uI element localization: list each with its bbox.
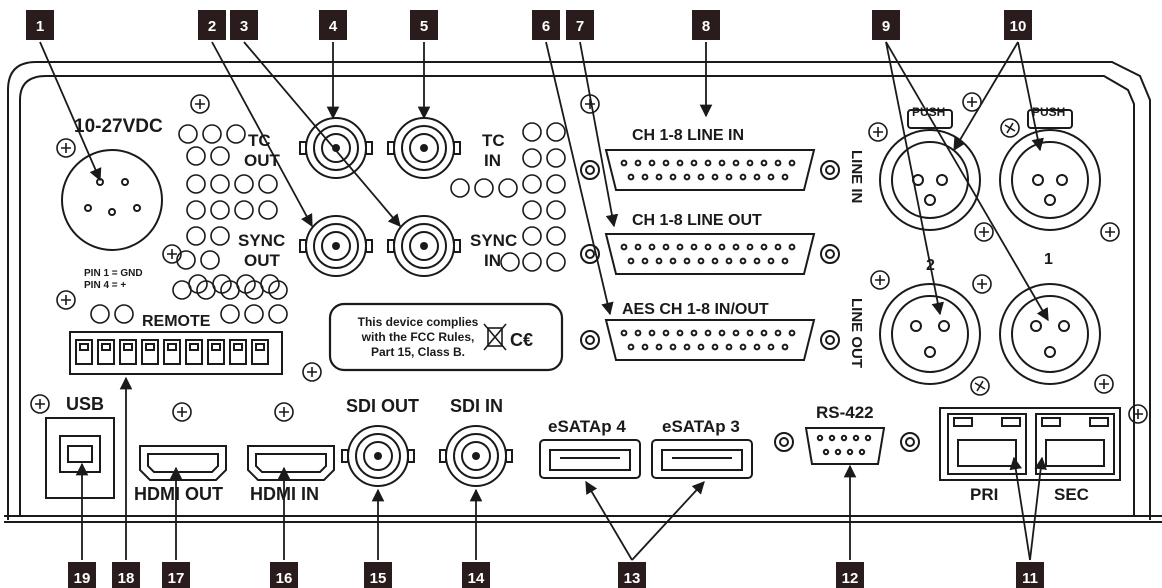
aes-db-label: AES CH 1-8 IN/OUT (622, 301, 769, 318)
hdmi-out-label: HDMI OUT (134, 484, 223, 504)
pri-label: PRI (970, 485, 998, 504)
callout-number: 3 (240, 18, 248, 35)
pin4-label: PIN 4 = + (84, 280, 126, 291)
ce-mark: C€ (510, 330, 533, 350)
esata-ports (539, 439, 753, 479)
sync-in-label-2: IN (484, 251, 501, 270)
callout-17: 17 (162, 562, 190, 588)
tc-in-label-1: TC (482, 131, 505, 150)
sec-label: SEC (1054, 485, 1089, 504)
callout-13: 13 (618, 562, 646, 588)
fcc-line-3: Part 15, Class B. (371, 345, 465, 359)
line-in-side-label: LINE IN (848, 150, 865, 203)
callout-19: 19 (68, 562, 96, 588)
sync-out-label-1: SYNC (238, 231, 285, 250)
rs422-port (774, 427, 920, 465)
callout-number: 15 (370, 570, 387, 587)
line-in-db-label: CH 1-8 LINE IN (632, 127, 744, 144)
callout-5: 5 (410, 10, 438, 40)
callout-number: 1 (36, 18, 44, 35)
callout-number: 7 (576, 18, 584, 35)
fcc-line-2: with the FCC Rules, (361, 330, 475, 344)
callout-number: 4 (329, 18, 338, 35)
xlr-1-label: 1 (1044, 251, 1053, 268)
tc-out-label-2: OUT (244, 151, 281, 170)
sdi-out-label: SDI OUT (346, 396, 419, 416)
callout-number: 6 (542, 18, 550, 35)
callout-2: 2 (198, 10, 226, 40)
pin1-label: PIN 1 = GND (84, 268, 143, 279)
callout-18: 18 (112, 562, 140, 588)
fcc-notice: This device complies with the FCC Rules,… (328, 302, 564, 372)
weee-bin-icon (483, 323, 507, 351)
push-right-label: PUSH (1032, 105, 1065, 119)
callout-number: 13 (624, 570, 641, 587)
callout-3: 3 (230, 10, 258, 40)
callout-14: 14 (462, 562, 490, 588)
remote-label: REMOTE (142, 313, 211, 330)
callout-8: 8 (692, 10, 720, 40)
callout-12: 12 (836, 562, 864, 588)
callout-number: 19 (74, 570, 91, 587)
callout-15: 15 (364, 562, 392, 588)
leader-lines (39, 41, 1049, 561)
callout-number: 5 (420, 18, 428, 35)
line-out-db-label: CH 1-8 LINE OUT (632, 212, 762, 229)
callout-1: 1 (26, 10, 54, 40)
xlr-connectors (879, 109, 1101, 385)
callout-6: 6 (532, 10, 560, 40)
sdi-in-label: SDI IN (450, 396, 503, 416)
callout-number: 12 (842, 570, 859, 587)
callout-number: 14 (468, 570, 485, 587)
bnc-connectors (299, 117, 513, 487)
db25-connectors (580, 149, 840, 361)
callout-number: 17 (168, 570, 185, 587)
remote-terminal-block (69, 331, 283, 375)
tc-out-label-1: TC (248, 131, 271, 150)
fcc-line-1: This device complies (358, 315, 479, 329)
callout-7: 7 (566, 10, 594, 40)
callout-number: 9 (882, 18, 890, 35)
callout-11: 11 (1016, 562, 1044, 588)
callout-number: 18 (118, 570, 135, 587)
callout-10: 10 (1004, 10, 1032, 40)
power-connector (61, 149, 163, 251)
tc-in-label-2: IN (484, 151, 501, 170)
callout-number: 8 (702, 18, 710, 35)
rs422-label: RS-422 (816, 403, 874, 422)
sync-in-label-1: SYNC (470, 231, 517, 250)
usb-port (45, 417, 115, 499)
callout-number: 16 (276, 570, 293, 587)
callout-number: 2 (208, 18, 216, 35)
line-out-side-label: LINE OUT (848, 298, 865, 368)
callout-number: 11 (1022, 570, 1038, 587)
usb-label: USB (66, 394, 104, 414)
sync-out-label-2: OUT (244, 251, 281, 270)
callout-9: 9 (872, 10, 900, 40)
callout-number: 10 (1010, 18, 1027, 35)
rear-panel-diagram: 10-27VDC PIN 1 = GND PIN 4 = + TC OUT TC… (4, 10, 1162, 588)
ethernet-ports (939, 407, 1121, 481)
esata4-label: eSATAp 4 (548, 417, 626, 436)
hdmi-ports (139, 445, 335, 481)
esata3-label: eSATAp 3 (662, 417, 740, 436)
power-label: 10-27VDC (74, 116, 163, 137)
callout-4: 4 (319, 10, 347, 40)
callout-16: 16 (270, 562, 298, 588)
